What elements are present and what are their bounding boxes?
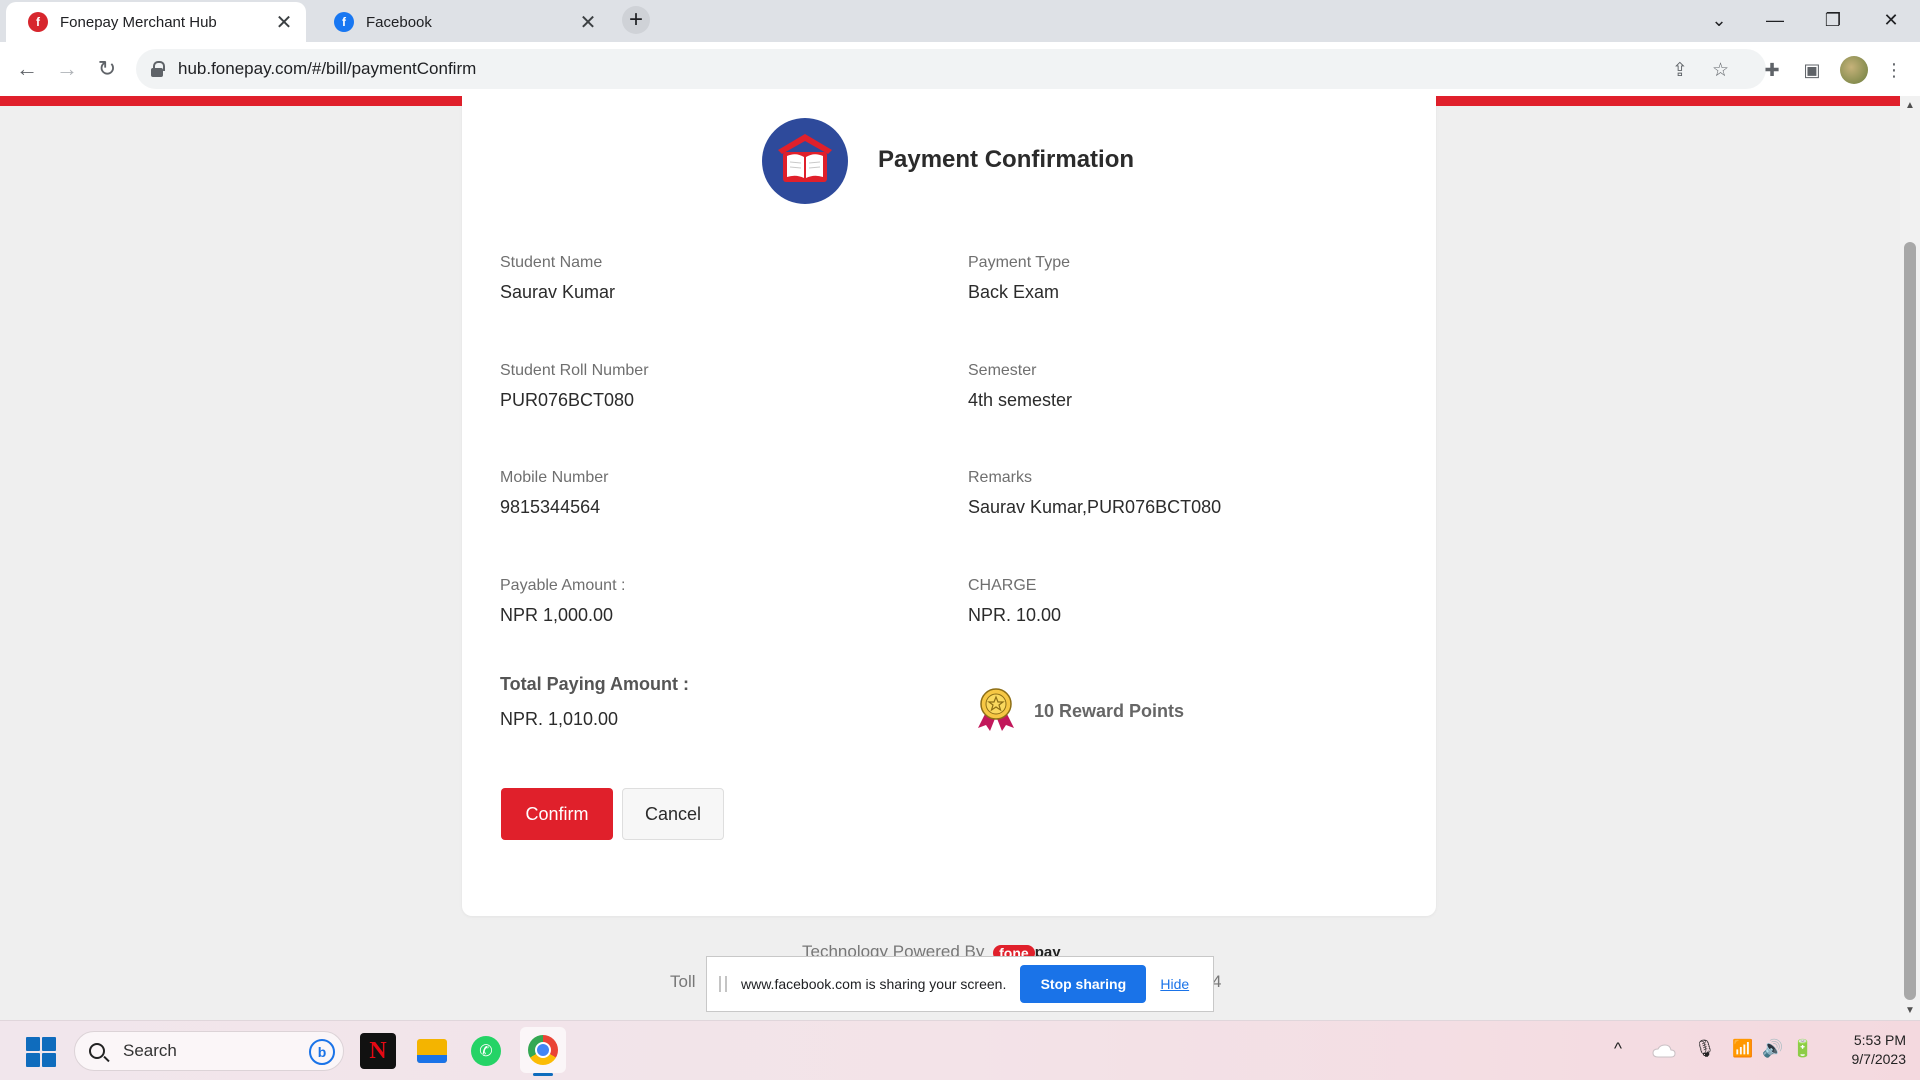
tab-search-dropdown-icon[interactable]: ⌄ [1694,0,1744,40]
stop-sharing-button[interactable]: Stop sharing [1020,965,1147,1003]
student-name-field: Student Name Saurav Kumar [500,254,615,303]
tab-close-icon[interactable]: ✕ [274,10,294,35]
bing-icon[interactable]: b [309,1039,335,1065]
url-text: hub.fonepay.com/#/bill/paymentConfirm [178,59,477,78]
facebook-favicon-icon: f [334,12,354,32]
payment-type-label: Payment Type [968,254,1070,271]
total-paying-amount-value: NPR. 1,010.00 [500,709,619,729]
whatsapp-glyph: ✆ [471,1036,501,1066]
tab-close-icon[interactable]: ✕ [578,10,598,35]
address-bar[interactable]: hub.fonepay.com/#/bill/paymentConfirm ⇪ … [136,49,1766,89]
footer-toll-free-text: Toll [670,972,696,991]
remarks-value: Saurav Kumar,PUR076BCT080 [968,497,1222,517]
taskbar-search-placeholder: Search [123,1041,177,1060]
screen-sharing-bar: www.facebook.com is sharing your screen.… [706,956,1214,1012]
onedrive-cloud-icon[interactable] [1652,1043,1676,1063]
screen-sharing-message: www.facebook.com is sharing your screen. [741,976,1007,992]
scroll-up-arrow-icon[interactable]: ▲ [1905,100,1915,111]
wifi-icon[interactable]: 📶 [1732,1039,1753,1059]
lock-icon [150,61,165,77]
clock-time: 5:53 PM [1853,1032,1906,1048]
maximize-icon[interactable]: ❐ [1808,0,1858,40]
windows-taskbar: Search b N ✆ ^ 🎙 📶 🔊 🔋 5:53 PM 9/7/2023 [0,1020,1920,1080]
charge-value: NPR. 10.00 [968,605,1062,625]
scrollbar-thumb[interactable] [1904,242,1916,1000]
reward-points-text: 10 Reward Points [1034,701,1185,721]
payment-type-field: Payment Type Back Exam [968,254,1070,303]
bookmark-star-icon[interactable]: ☆ [1712,59,1729,82]
reward-points: 10 Reward Points [972,686,1184,737]
student-name-value: Saurav Kumar [500,282,616,302]
extensions-puzzle-icon[interactable]: ✚ [1760,58,1784,82]
drag-handle-icon[interactable] [719,976,727,992]
active-app-indicator [533,1073,553,1076]
back-arrow-icon[interactable]: ← [12,54,42,84]
windows-start-icon[interactable] [26,1037,56,1067]
fonepay-favicon-icon: f [28,12,48,32]
taskbar-search-box[interactable]: Search b [74,1031,344,1071]
payment-confirmation-card: Payment Confirmation Student Name Saurav… [462,96,1436,916]
microphone-icon[interactable]: 🎙 [1694,1039,1716,1059]
mobile-number-value: 9815344564 [500,497,601,517]
close-window-icon[interactable]: ✕ [1866,0,1916,40]
system-clock[interactable]: 5:53 PM 9/7/2023 [1830,1031,1907,1069]
tab-fonepay-merchant-hub[interactable]: f Fonepay Merchant Hub ✕ [6,2,306,42]
page-title: Payment Confirmation [878,146,1135,173]
minimize-icon[interactable]: — [1750,0,1800,40]
show-hidden-icons-chevron-icon[interactable]: ^ [1614,1039,1622,1059]
page-viewport: Payment Confirmation Student Name Saurav… [0,96,1900,1020]
whatsapp-app-icon[interactable]: ✆ [468,1033,504,1069]
browser-tab-strip: f Fonepay Merchant Hub ✕ f Facebook ✕ + … [0,0,1920,42]
search-icon [89,1043,105,1059]
hide-link[interactable]: Hide [1160,976,1189,992]
file-explorer-icon[interactable] [414,1033,450,1069]
student-name-label: Student Name [500,254,603,271]
reward-medal-icon [972,686,1020,737]
side-panel-icon[interactable]: ▣ [1800,58,1824,82]
page-scrollbar[interactable]: ▲ ▼ [1900,96,1920,1020]
netflix-app-icon[interactable]: N [360,1033,396,1069]
tab-title: Fonepay Merchant Hub [60,13,217,31]
confirm-button[interactable]: Confirm [501,788,613,840]
charge-field: CHARGE NPR. 10.00 [968,577,1061,626]
browser-toolbar: ← → ↻ hub.fonepay.com/#/bill/paymentConf… [0,42,1920,96]
mobile-number-field: Mobile Number 9815344564 [500,469,608,518]
payable-amount-label: Payable Amount : [500,577,626,594]
new-tab-button[interactable]: + [622,6,650,34]
college-book-logo-icon [762,118,848,204]
remarks-field: Remarks Saurav Kumar,PUR076BCT080 [968,469,1221,518]
battery-icon[interactable]: 🔋 [1792,1039,1813,1059]
tab-title: Facebook [366,13,432,31]
payment-type-value: Back Exam [968,282,1060,302]
roll-number-label: Student Roll Number [500,362,649,379]
profile-avatar[interactable] [1840,56,1868,84]
remarks-label: Remarks [968,469,1033,486]
payable-amount-field: Payable Amount : NPR 1,000.00 [500,577,625,626]
tab-facebook[interactable]: f Facebook ✕ [312,2,610,42]
roll-number-value: PUR076BCT080 [500,390,635,410]
volume-icon[interactable]: 🔊 [1762,1039,1783,1059]
total-paying-amount-field: Total Paying Amount : NPR. 1,010.00 [500,674,689,730]
cancel-button[interactable]: Cancel [622,788,724,840]
payable-amount-value: NPR 1,000.00 [500,605,614,625]
share-icon[interactable]: ⇪ [1672,59,1688,82]
forward-arrow-icon[interactable]: → [52,54,82,84]
roll-number-field: Student Roll Number PUR076BCT080 [500,362,649,411]
semester-value: 4th semester [968,390,1073,410]
total-paying-amount-label: Total Paying Amount : [500,674,689,694]
semester-label: Semester [968,362,1037,379]
reload-icon[interactable]: ↻ [92,54,122,84]
mobile-number-label: Mobile Number [500,469,609,486]
browser-menu-icon[interactable]: ⋮ [1882,58,1906,82]
chrome-app-icon[interactable] [520,1027,566,1073]
clock-date: 9/7/2023 [1851,1051,1907,1067]
scroll-down-arrow-icon[interactable]: ▼ [1905,1005,1915,1016]
semester-field: Semester 4th semester [968,362,1072,411]
charge-label: CHARGE [968,577,1037,594]
